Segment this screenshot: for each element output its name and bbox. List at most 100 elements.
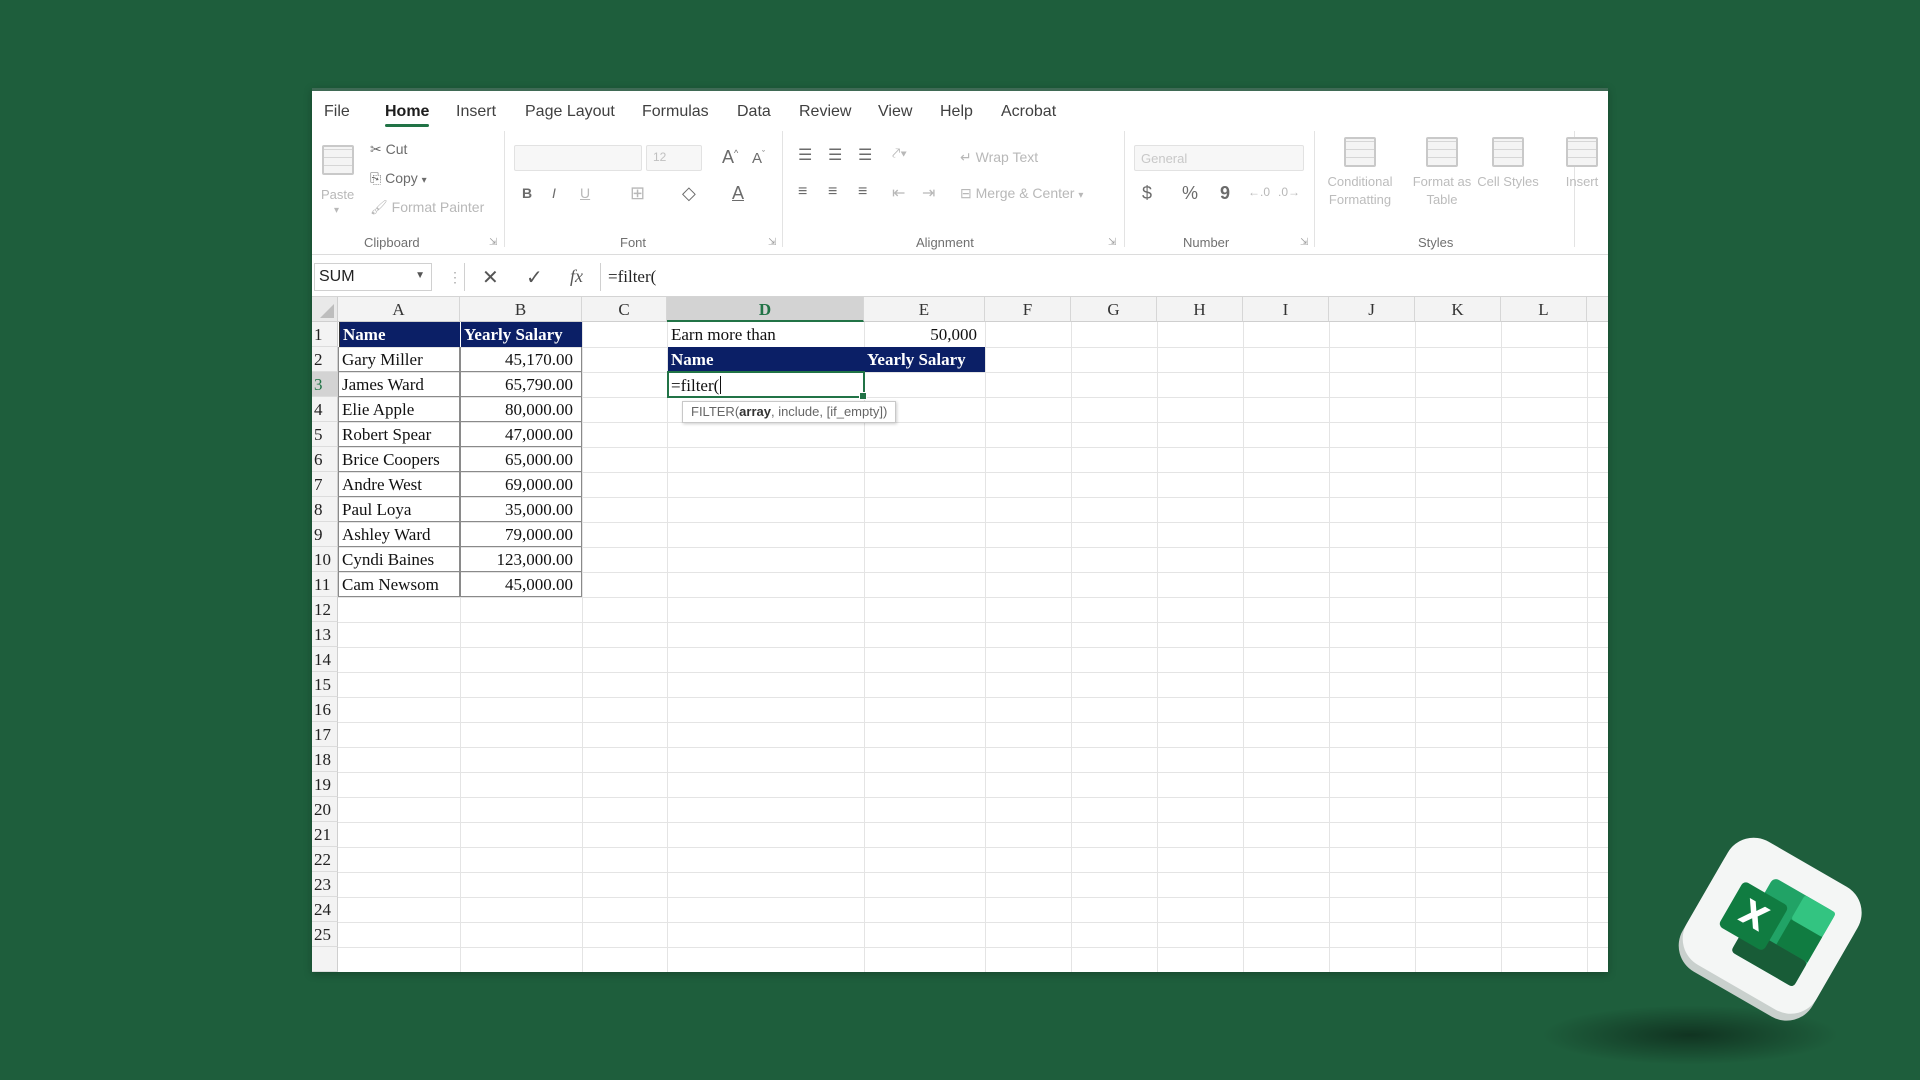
tab-formulas[interactable]: Formulas bbox=[642, 103, 709, 121]
number-format-select[interactable]: General bbox=[1134, 145, 1304, 171]
decrease-indent-icon[interactable]: ⇤ bbox=[892, 183, 905, 203]
row-header-10[interactable]: 10 bbox=[312, 547, 338, 572]
font-size-select[interactable]: 12 bbox=[646, 145, 702, 171]
font-color-button[interactable]: A bbox=[732, 183, 744, 204]
column-header-b[interactable]: B bbox=[460, 297, 582, 322]
row-header-3[interactable]: 3 bbox=[312, 372, 338, 397]
column-header-c[interactable]: C bbox=[582, 297, 667, 322]
row-header-16[interactable]: 16 bbox=[312, 697, 338, 722]
cell-b3-employee-salary[interactable]: 65,790.00 bbox=[460, 372, 582, 397]
cell-e2-result-header[interactable]: Yearly Salary bbox=[864, 347, 985, 372]
tab-help[interactable]: Help bbox=[940, 103, 973, 121]
row-header-12[interactable]: 12 bbox=[312, 597, 338, 622]
increase-indent-icon[interactable]: ⇥ bbox=[922, 183, 935, 203]
tab-insert[interactable]: Insert bbox=[456, 103, 496, 121]
cell-a6-employee-name[interactable]: Brice Coopers bbox=[338, 447, 460, 472]
tab-view[interactable]: View bbox=[878, 103, 912, 121]
row-header-7[interactable]: 7 bbox=[312, 472, 338, 497]
formula-input[interactable]: =filter( bbox=[608, 267, 656, 287]
cell-b4-employee-salary[interactable]: 80,000.00 bbox=[460, 397, 582, 422]
cell-d2-result-header[interactable]: Name bbox=[668, 347, 864, 372]
row-header-4[interactable]: 4 bbox=[312, 397, 338, 422]
borders-icon[interactable]: ⊞ bbox=[630, 183, 645, 204]
row-header-24[interactable]: 24 bbox=[312, 897, 338, 922]
select-all-corner[interactable] bbox=[312, 297, 338, 322]
cell-a11-employee-name[interactable]: Cam Newsom bbox=[338, 572, 460, 597]
tab-acrobat[interactable]: Acrobat bbox=[1001, 103, 1056, 121]
clipboard-launcher-icon[interactable]: ⇲ bbox=[489, 237, 497, 248]
spreadsheet-grid[interactable]: A B C D E F G H I J K L 1 2 3 4 5 6 7 8 … bbox=[312, 297, 1608, 972]
cell-a5-employee-name[interactable]: Robert Spear bbox=[338, 422, 460, 447]
top-align-icon[interactable]: ☰ bbox=[798, 145, 812, 165]
comma-button[interactable]: 9 bbox=[1220, 183, 1230, 204]
column-header-j[interactable]: J bbox=[1329, 297, 1415, 322]
cell-b9-employee-salary[interactable]: 79,000.00 bbox=[460, 522, 582, 547]
row-header-8[interactable]: 8 bbox=[312, 497, 338, 522]
percent-button[interactable]: % bbox=[1182, 183, 1198, 204]
cell-a1-header[interactable]: Name bbox=[339, 322, 460, 347]
row-header-17[interactable]: 17 bbox=[312, 722, 338, 747]
wrap-text-button[interactable]: ↵ Wrap Text bbox=[960, 149, 1038, 166]
cell-b11-employee-salary[interactable]: 45,000.00 bbox=[460, 572, 582, 597]
active-cell-d3[interactable]: =filter( bbox=[667, 371, 867, 400]
row-header-13[interactable]: 13 bbox=[312, 622, 338, 647]
italic-button[interactable]: I bbox=[552, 185, 556, 201]
tab-home[interactable]: Home bbox=[385, 103, 430, 127]
alignment-launcher-icon[interactable]: ⇲ bbox=[1108, 237, 1116, 248]
tab-data[interactable]: Data bbox=[737, 103, 771, 121]
row-header-14[interactable]: 14 bbox=[312, 647, 338, 672]
cancel-icon[interactable]: ✕ bbox=[482, 265, 499, 290]
middle-align-icon[interactable]: ☰ bbox=[828, 145, 842, 165]
insert-function-icon[interactable]: fx bbox=[570, 266, 583, 287]
cell-d1-criteria-label[interactable]: Earn more than bbox=[668, 322, 864, 347]
row-header-20[interactable]: 20 bbox=[312, 797, 338, 822]
tab-page-layout[interactable]: Page Layout bbox=[525, 103, 615, 121]
increase-decimal-icon[interactable]: ←.0 bbox=[1248, 185, 1270, 199]
bottom-align-icon[interactable]: ☰ bbox=[858, 145, 872, 165]
cell-b10-employee-salary[interactable]: 123,000.00 bbox=[460, 547, 582, 572]
number-launcher-icon[interactable]: ⇲ bbox=[1300, 237, 1308, 248]
row-header-23[interactable]: 23 bbox=[312, 872, 338, 897]
font-name-select[interactable] bbox=[514, 145, 642, 171]
row-header-15[interactable]: 15 bbox=[312, 672, 338, 697]
row-header-18[interactable]: 18 bbox=[312, 747, 338, 772]
cell-b5-employee-salary[interactable]: 47,000.00 bbox=[460, 422, 582, 447]
merge-center-button[interactable]: ⊟ Merge & Center ▾ bbox=[960, 185, 1083, 202]
align-left-icon[interactable]: ≡ bbox=[798, 183, 807, 201]
column-header-k[interactable]: K bbox=[1415, 297, 1501, 322]
cut-button[interactable]: ✂ Cut bbox=[370, 141, 407, 158]
row-header-6[interactable]: 6 bbox=[312, 447, 338, 472]
cell-a2-employee-name[interactable]: Gary Miller bbox=[338, 347, 460, 372]
underline-button[interactable]: U bbox=[580, 185, 590, 201]
cell-a3-employee-name[interactable]: James Ward bbox=[338, 372, 460, 397]
row-header-25[interactable]: 25 bbox=[312, 922, 338, 947]
decrease-decimal-icon[interactable]: .0→ bbox=[1278, 185, 1300, 199]
currency-button[interactable]: $ bbox=[1142, 183, 1152, 204]
row-header-11[interactable]: 11 bbox=[312, 572, 338, 597]
tab-file[interactable]: File bbox=[324, 103, 350, 121]
column-header-d[interactable]: D bbox=[667, 297, 864, 322]
column-header-h[interactable]: H bbox=[1157, 297, 1243, 322]
cell-e1-criteria-value[interactable]: 50,000 bbox=[864, 322, 985, 347]
fill-color-icon[interactable]: ◇ bbox=[682, 183, 696, 204]
row-header-21[interactable]: 21 bbox=[312, 822, 338, 847]
column-header-l[interactable]: L bbox=[1501, 297, 1587, 322]
row-header-9[interactable]: 9 bbox=[312, 522, 338, 547]
cell-a4-employee-name[interactable]: Elie Apple bbox=[338, 397, 460, 422]
tab-review[interactable]: Review bbox=[799, 103, 851, 121]
cell-a10-employee-name[interactable]: Cyndi Baines bbox=[338, 547, 460, 572]
column-header-e[interactable]: E bbox=[864, 297, 985, 322]
align-right-icon[interactable]: ≡ bbox=[858, 183, 867, 201]
cell-b8-employee-salary[interactable]: 35,000.00 bbox=[460, 497, 582, 522]
cell-b1-header[interactable]: Yearly Salary bbox=[460, 322, 582, 347]
copy-button[interactable]: ⎘ Copy ▾ bbox=[370, 170, 427, 187]
enter-check-icon[interactable]: ✓ bbox=[526, 265, 543, 290]
cell-a8-employee-name[interactable]: Paul Loya bbox=[338, 497, 460, 522]
row-header-5[interactable]: 5 bbox=[312, 422, 338, 447]
bold-button[interactable]: B bbox=[522, 185, 532, 201]
decrease-font-icon[interactable]: Aˇ bbox=[752, 149, 765, 167]
column-header-a[interactable]: A bbox=[338, 297, 460, 322]
row-header-1[interactable]: 1 bbox=[312, 322, 338, 347]
cell-b7-employee-salary[interactable]: 69,000.00 bbox=[460, 472, 582, 497]
align-center-icon[interactable]: ≡ bbox=[828, 183, 837, 201]
